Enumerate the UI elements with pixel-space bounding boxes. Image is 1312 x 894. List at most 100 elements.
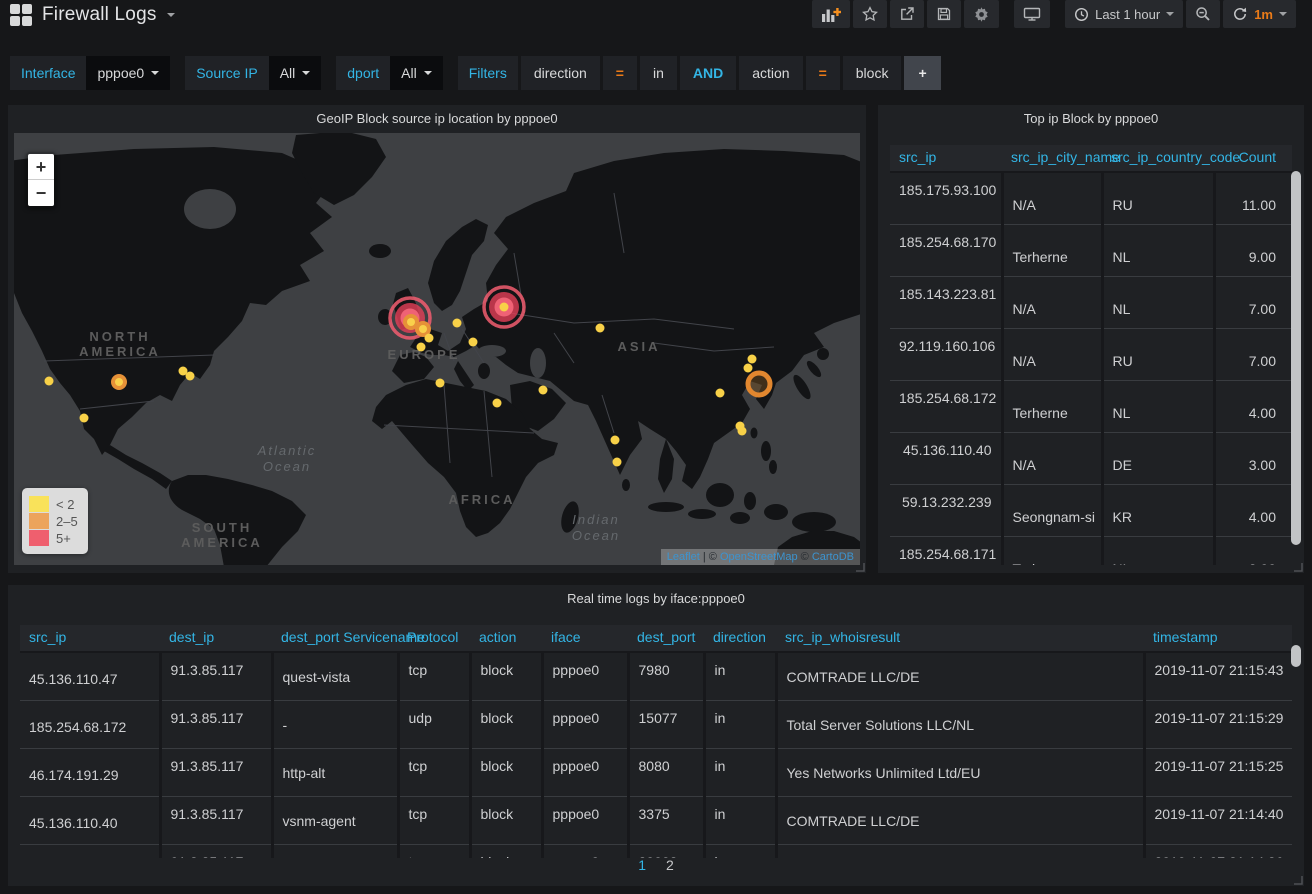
table-cell: block xyxy=(470,796,542,844)
filter-value[interactable]: block xyxy=(843,56,902,90)
map-label: NORTH xyxy=(89,329,150,344)
table-cell: pppoe0 xyxy=(542,700,628,748)
map-marker-y[interactable] xyxy=(469,338,478,347)
settings-button[interactable] xyxy=(964,0,999,28)
zoom-out-button[interactable] xyxy=(1186,0,1220,28)
cartodb-link[interactable]: CartoDB xyxy=(812,551,854,563)
column-header-dest_port-Servicename[interactable]: dest_port Servicename xyxy=(272,625,398,652)
table-cell: N/A xyxy=(1002,432,1102,484)
map-label: AMERICA xyxy=(181,535,263,550)
table-row: 185.175.93.100N/ARU11.00 xyxy=(890,172,1292,224)
column-header-src_ip[interactable]: src_ip xyxy=(890,145,1002,172)
map-marker-y[interactable] xyxy=(493,399,502,408)
column-header-dest_port[interactable]: dest_port xyxy=(628,625,704,652)
filter-op[interactable]: = xyxy=(806,56,840,90)
cycle-view-button[interactable] xyxy=(1014,0,1050,28)
save-button[interactable] xyxy=(927,0,961,28)
variable-value[interactable]: All xyxy=(269,56,322,90)
world-map[interactable]: NORTHAMERICASOUTHAMERICAEUROPEAFRICAASIA… xyxy=(14,133,860,565)
time-range-button[interactable]: Last 1 hour xyxy=(1065,0,1183,28)
table-row: 185.254.68.17291.3.85.117-udpblockpppoe0… xyxy=(20,700,1292,748)
map-marker-y[interactable] xyxy=(45,377,54,386)
table-cell: 3.00 xyxy=(1214,432,1292,484)
table-cell: 2019-11-07 21:15:43 xyxy=(1144,652,1292,700)
map-marker-y[interactable] xyxy=(186,372,195,381)
map-marker-y[interactable] xyxy=(425,334,434,343)
map-marker-y[interactable] xyxy=(744,364,753,373)
map-zoom-out-button[interactable]: − xyxy=(28,180,54,206)
table-cell: 185.254.68.172 xyxy=(890,380,1002,432)
map-marker-y[interactable] xyxy=(613,458,622,467)
map-marker-y[interactable] xyxy=(611,436,620,445)
map-marker-y[interactable] xyxy=(738,427,747,436)
map-marker-y[interactable] xyxy=(80,414,89,423)
map-marker-y[interactable] xyxy=(716,389,725,398)
table-cell: 46.174.191.29 xyxy=(20,748,160,796)
chevron-down-icon xyxy=(167,13,175,17)
table-cell: Seongnam-si xyxy=(1002,484,1102,536)
map-marker-y[interactable] xyxy=(500,303,509,312)
column-header-action[interactable]: action xyxy=(470,625,542,652)
panel-title[interactable]: GeoIP Block source ip location by pppoe0 xyxy=(8,105,866,133)
zoom-out-icon xyxy=(1195,6,1211,22)
table-cell: 2.00 xyxy=(1214,536,1292,565)
refresh-interval-button[interactable]: 1m xyxy=(1223,0,1296,28)
map-marker-y[interactable] xyxy=(539,386,548,395)
column-header-iface[interactable]: iface xyxy=(542,625,628,652)
page-link-1[interactable]: 1 xyxy=(638,857,646,873)
scrollbar[interactable] xyxy=(1291,645,1301,667)
variable-value[interactable]: All xyxy=(390,56,443,90)
map-marker-y[interactable] xyxy=(436,379,445,388)
variable-dropdown-interface: Interfacepppoe0 xyxy=(10,56,170,90)
page-link-2[interactable]: 2 xyxy=(666,857,674,873)
leaflet-link[interactable]: Leaflet xyxy=(667,551,700,563)
map-marker-y[interactable] xyxy=(417,343,426,352)
map-marker-k[interactable] xyxy=(748,373,770,395)
table-row: 59.13.232.239Seongnam-siKR4.00 xyxy=(890,484,1292,536)
map-marker-y[interactable] xyxy=(453,319,462,328)
openstreetmap-link[interactable]: OpenStreetMap xyxy=(720,551,798,563)
table-cell: - xyxy=(272,700,398,748)
column-header-dest_ip[interactable]: dest_ip xyxy=(160,625,272,652)
column-header-src_ip[interactable]: src_ip xyxy=(20,625,160,652)
table-cell: pppoe0 xyxy=(542,748,628,796)
column-header-src_ip_whoisresult[interactable]: src_ip_whoisresult xyxy=(776,625,1144,652)
map-zoom-in-button[interactable]: + xyxy=(28,154,54,180)
grafana-dashboard-icon[interactable] xyxy=(10,4,32,26)
map-marker-o[interactable] xyxy=(111,374,127,390)
scrollbar[interactable] xyxy=(1291,171,1301,545)
column-header-timestamp[interactable]: timestamp xyxy=(1144,625,1292,652)
table-cell: COMTRADE LLC/DE xyxy=(776,796,1144,844)
filter-key[interactable]: action xyxy=(739,56,802,90)
table-cell: 92.119.160.106 xyxy=(890,328,1002,380)
panel-title[interactable]: Top ip Block by pppoe0 xyxy=(878,105,1304,133)
filter-value[interactable]: in xyxy=(640,56,677,90)
table-cell: tcp xyxy=(398,844,470,858)
filter-op[interactable]: = xyxy=(603,56,637,90)
table-cell: http-alt xyxy=(272,748,398,796)
panel-resize-handle[interactable] xyxy=(1294,876,1303,885)
panel-title[interactable]: Real time logs by iface:pppoe0 xyxy=(8,585,1304,613)
filter-key[interactable]: direction xyxy=(521,56,600,90)
map-marker-y[interactable] xyxy=(748,355,757,364)
map-marker-y[interactable] xyxy=(596,324,605,333)
variable-value[interactable]: pppoe0 xyxy=(86,56,170,90)
column-header-src_ip_country_code[interactable]: src_ip_country_code xyxy=(1102,145,1214,172)
table-cell: block xyxy=(470,700,542,748)
column-header-src_ip_city_name[interactable]: src_ip_city_name xyxy=(1002,145,1102,172)
panel-resize-handle[interactable] xyxy=(856,563,865,572)
star-button[interactable] xyxy=(853,0,887,28)
table-cell: RU xyxy=(1102,328,1214,380)
column-header-direction[interactable]: direction xyxy=(704,625,776,652)
table-cell: Yes Networks Unlimited Ltd/EU xyxy=(776,748,1144,796)
table-cell: in xyxy=(704,652,776,700)
add-panel-button[interactable] xyxy=(812,0,850,28)
dashboard-title[interactable]: Firewall Logs xyxy=(42,4,157,26)
column-header-Protocol[interactable]: Protocol xyxy=(398,625,470,652)
share-button[interactable] xyxy=(890,0,924,28)
add-filter-button[interactable]: + xyxy=(904,56,940,90)
filter-cond[interactable]: AND xyxy=(680,56,736,90)
panel-resize-handle[interactable] xyxy=(1294,563,1303,572)
table-cell: in xyxy=(704,844,776,858)
chevron-down-icon xyxy=(151,71,159,75)
